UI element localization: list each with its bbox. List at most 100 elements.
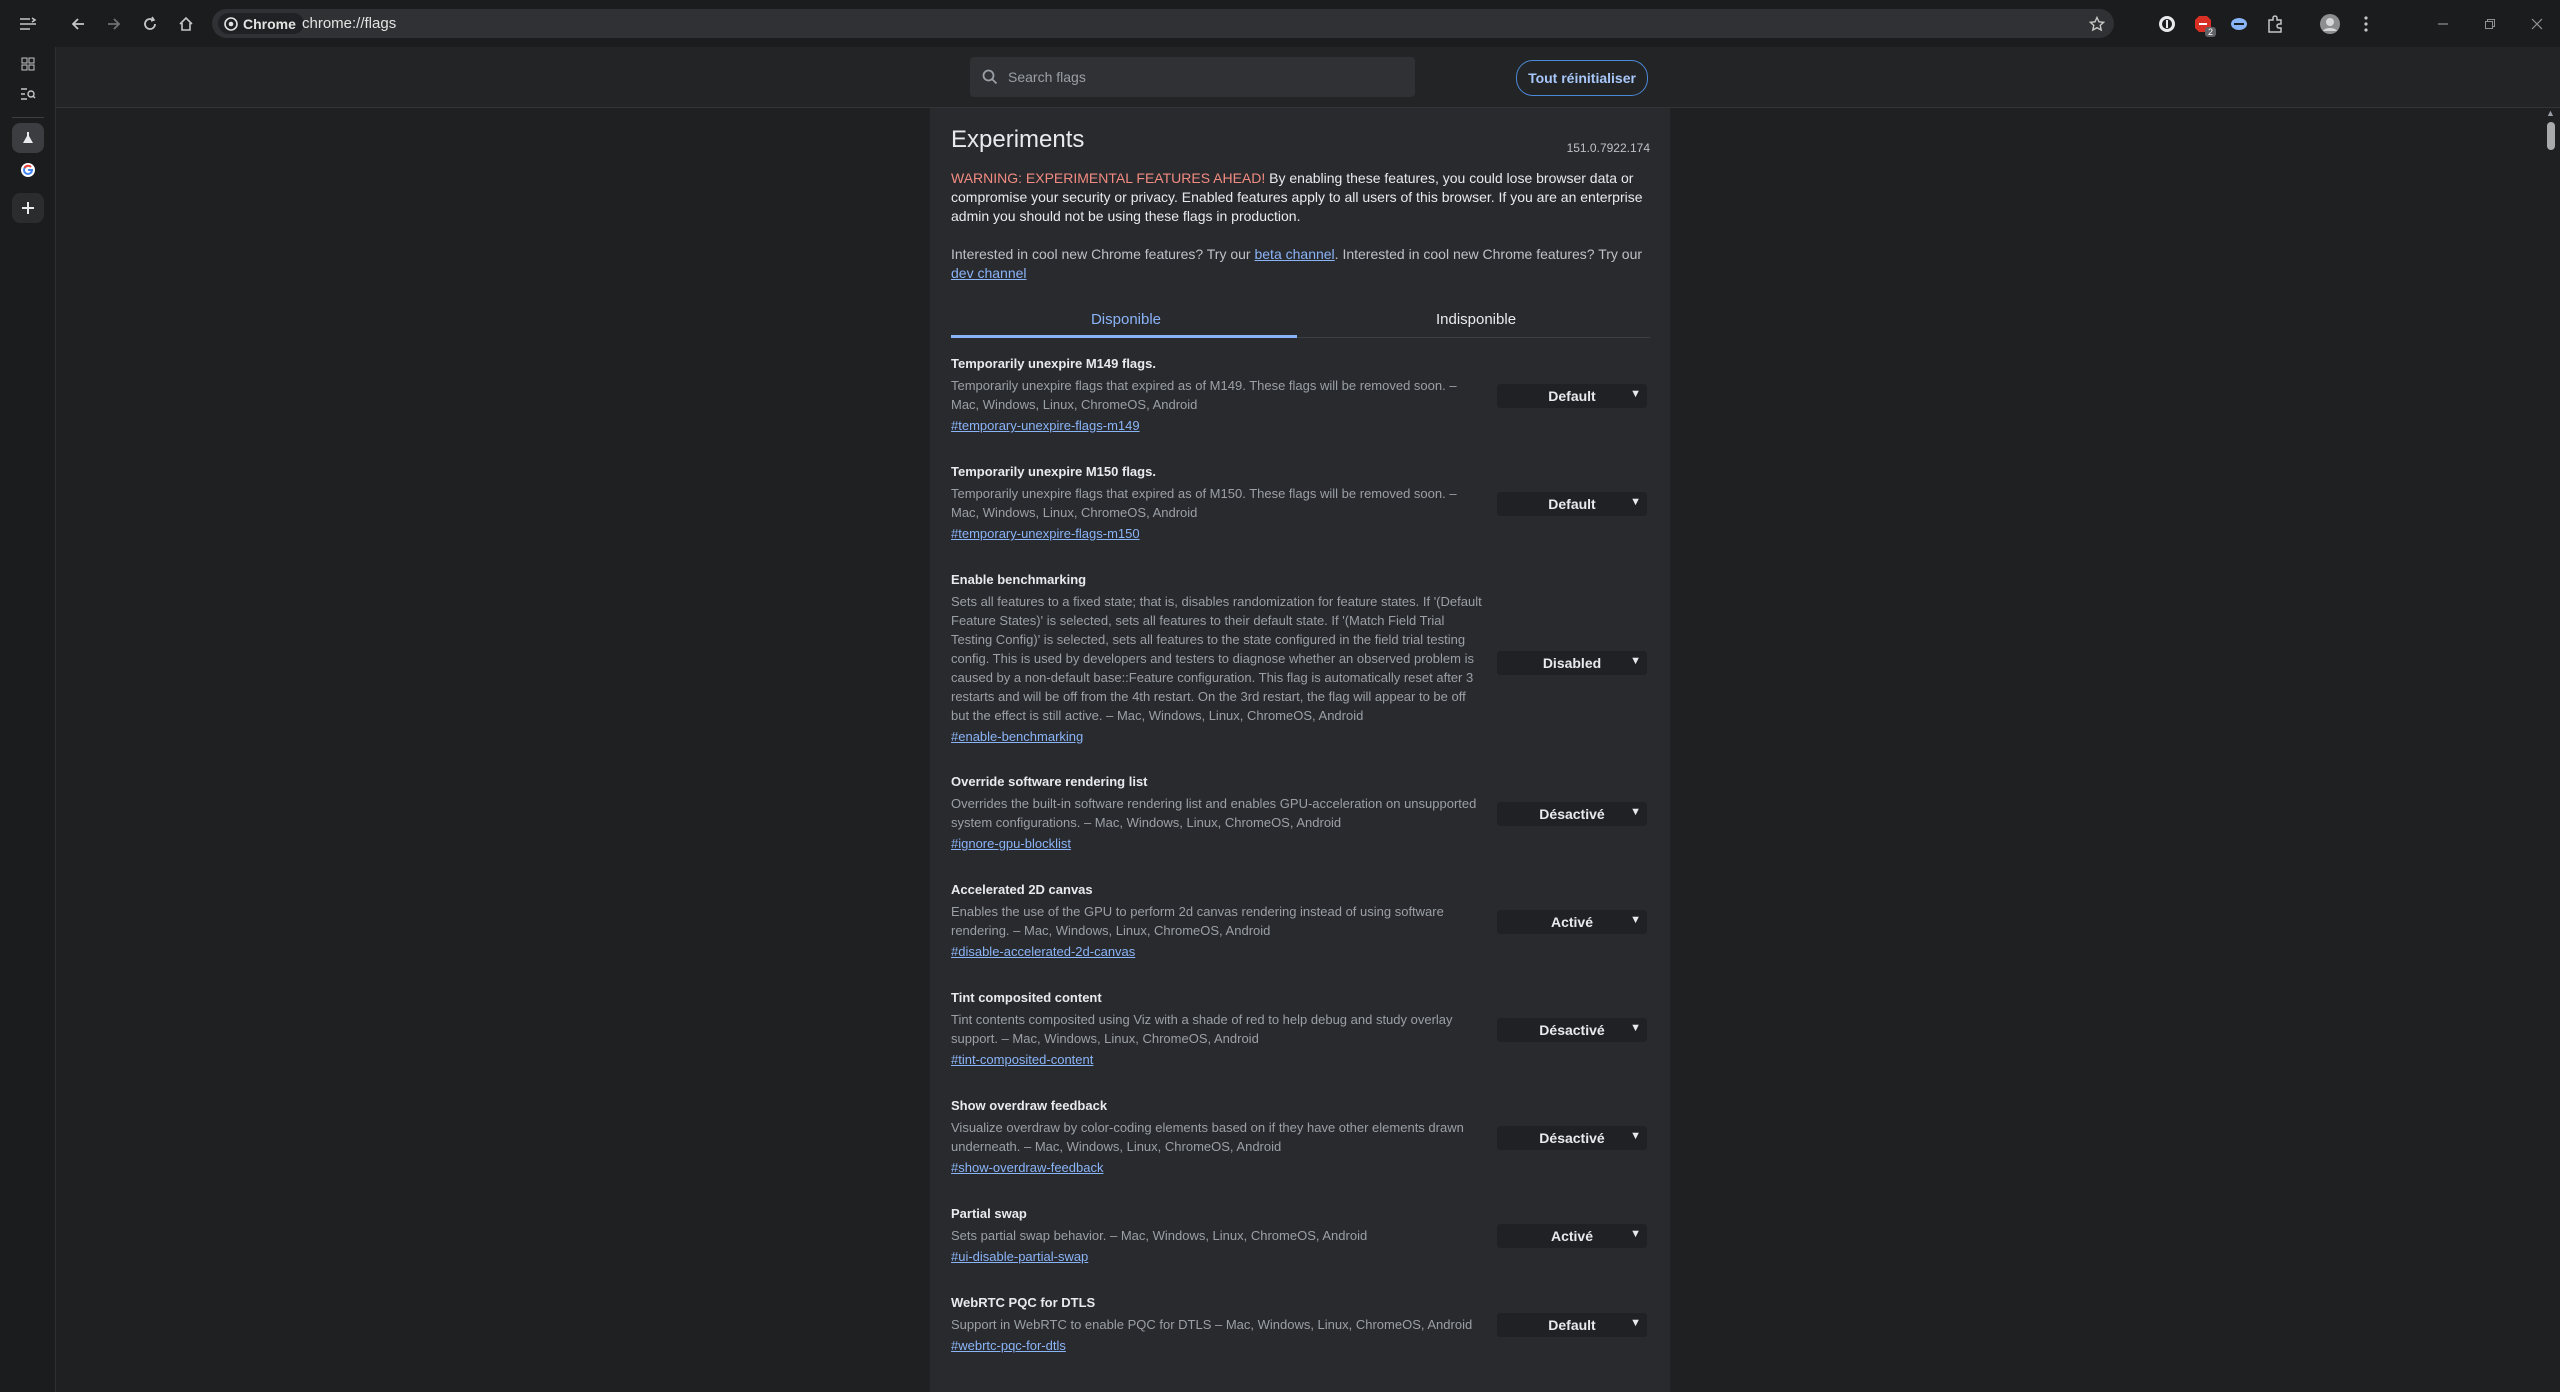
select-value: Default xyxy=(1548,388,1596,404)
extensions-puzzle-icon[interactable] xyxy=(2260,9,2290,39)
flag-state-select[interactable]: Default ▼ xyxy=(1497,384,1647,408)
flag-description: Support in WebRTC to enable PQC for DTLS… xyxy=(951,1317,1473,1332)
back-icon[interactable] xyxy=(63,9,93,39)
reset-all-button[interactable]: Tout réinitialiser xyxy=(1516,60,1648,96)
flag-title: Temporarily unexpire M150 flags. xyxy=(951,464,1156,479)
select-value: Désactivé xyxy=(1539,1130,1605,1146)
scrollbar-thumb[interactable] xyxy=(2547,122,2555,150)
select-value: Désactivé xyxy=(1539,806,1605,822)
flag-description: Temporarily unexpire flags that expired … xyxy=(951,378,1457,412)
tab-unavailable[interactable]: Indisponible xyxy=(1301,301,1651,337)
menu-kebab-icon[interactable] xyxy=(2351,9,2381,39)
flag-state-select[interactable]: Désactivé ▼ xyxy=(1497,1126,1647,1150)
select-value: Activé xyxy=(1550,1228,1594,1244)
flag-state-select[interactable]: Activé ▼ xyxy=(1497,1224,1647,1248)
flag-tabs: Disponible Indisponible xyxy=(951,301,1650,338)
url-text[interactable]: chrome://flags xyxy=(302,15,396,32)
flag-item: Partial swap Sets partial swap behavior.… xyxy=(951,1206,1650,1266)
flag-anchor-link[interactable]: #tint-composited-content xyxy=(951,1052,1093,1067)
flag-item: Tint composited content Tint contents co… xyxy=(951,990,1650,1069)
flag-state-select[interactable]: Default ▼ xyxy=(1497,1313,1647,1337)
warning-text: WARNING: EXPERIMENTAL FEATURES AHEAD! By… xyxy=(951,169,1650,226)
site-info-chip[interactable]: Chrome xyxy=(218,13,304,34)
flag-item: Enable benchmarking Sets all features to… xyxy=(951,572,1650,746)
chrome-logo-icon xyxy=(224,16,238,31)
flag-description: Overrides the built-in software renderin… xyxy=(951,796,1477,830)
chevron-down-icon: ▼ xyxy=(1630,496,1641,508)
flag-description: Visualize overdraw by color-coding eleme… xyxy=(951,1120,1464,1154)
interest-text-2: . Interested in cool new Chrome features… xyxy=(1334,246,1643,262)
flag-description: Sets all features to a fixed state; that… xyxy=(951,594,1482,723)
page-title: Experiments xyxy=(951,126,1085,153)
vertical-tab-strip xyxy=(0,47,56,1392)
flag-anchor-link[interactable]: #enable-benchmarking xyxy=(951,729,1083,744)
dev-channel-link[interactable]: dev channel xyxy=(951,265,1027,281)
select-value: Default xyxy=(1548,1317,1596,1333)
flag-description: Tint contents composited using Viz with … xyxy=(951,1012,1453,1046)
new-tab-plus-icon[interactable] xyxy=(12,193,44,223)
address-bar[interactable]: Chrome chrome://flags xyxy=(212,9,2114,38)
flag-state-select[interactable]: Default ▼ xyxy=(1497,492,1647,516)
chevron-down-icon: ▼ xyxy=(1630,1022,1641,1034)
beta-channel-link[interactable]: beta channel xyxy=(1254,246,1334,262)
flag-title: Tint composited content xyxy=(951,990,1102,1005)
flag-description: Sets partial swap behavior. – Mac, Windo… xyxy=(951,1228,1368,1243)
flag-item: Temporarily unexpire M149 flags. Tempora… xyxy=(951,356,1650,435)
flag-description: Enables the use of the GPU to perform 2d… xyxy=(951,904,1444,938)
tab-available[interactable]: Disponible xyxy=(951,301,1301,338)
adblock-extension-icon[interactable]: 2 xyxy=(2188,9,2218,39)
flag-description: Temporarily unexpire flags that expired … xyxy=(951,486,1457,520)
flag-title: WebRTC PQC for DTLS xyxy=(951,1295,1096,1310)
chevron-down-icon: ▼ xyxy=(1630,914,1641,926)
search-icon xyxy=(982,69,998,85)
flags-content: Experiments 151.0.7922.174 WARNING: EXPE… xyxy=(930,108,1670,1392)
flag-state-select[interactable]: Désactivé ▼ xyxy=(1497,1018,1647,1042)
chevron-down-icon: ▼ xyxy=(1630,655,1641,667)
select-value: Activé xyxy=(1550,914,1594,930)
flag-title: Show overdraw feedback xyxy=(951,1098,1108,1113)
search-flags-input[interactable]: Search flags xyxy=(970,57,1415,97)
tab-experiments-flask-icon[interactable] xyxy=(12,123,44,153)
profile-avatar[interactable] xyxy=(2315,9,2345,39)
flag-title: Partial swap xyxy=(951,1206,1027,1221)
translate-extension-icon[interactable] xyxy=(2224,9,2254,39)
flag-anchor-link[interactable]: #webrtc-pqc-for-dtls xyxy=(951,1338,1066,1353)
tab-search-list-icon[interactable] xyxy=(13,79,43,109)
chevron-down-icon: ▼ xyxy=(1630,1317,1641,1329)
flag-anchor-link[interactable]: #show-overdraw-feedback xyxy=(951,1160,1103,1175)
channel-info: Interested in cool new Chrome features? … xyxy=(951,245,1650,283)
flag-anchor-link[interactable]: #ui-disable-partial-swap xyxy=(951,1249,1088,1264)
chevron-down-icon: ▼ xyxy=(1630,388,1641,400)
close-icon[interactable] xyxy=(2522,9,2552,39)
interest-text-1: Interested in cool new Chrome features? … xyxy=(951,246,1255,262)
reload-icon[interactable] xyxy=(135,9,165,39)
scroll-up-arrow-icon[interactable]: ▲ xyxy=(2546,108,2556,118)
home-icon[interactable] xyxy=(171,9,201,39)
flag-item: Override software rendering list Overrid… xyxy=(951,774,1650,853)
search-placeholder: Search flags xyxy=(1008,69,1086,85)
sidebar-divider xyxy=(12,117,44,118)
tab-search-icon[interactable] xyxy=(13,9,43,39)
chevron-down-icon: ▼ xyxy=(1630,806,1641,818)
restore-icon[interactable] xyxy=(2475,9,2505,39)
forward-icon[interactable] xyxy=(99,9,129,39)
tab-google-icon[interactable] xyxy=(13,155,43,185)
flag-item: WebRTC PQC for DTLS Support in WebRTC to… xyxy=(951,1295,1650,1355)
chevron-down-icon: ▼ xyxy=(1630,1130,1641,1142)
flag-anchor-link[interactable]: #temporary-unexpire-flags-m149 xyxy=(951,418,1140,433)
extension-badge: 2 xyxy=(2204,27,2216,37)
flag-anchor-link[interactable]: #temporary-unexpire-flags-m150 xyxy=(951,526,1140,541)
flag-state-select[interactable]: Désactivé ▼ xyxy=(1497,802,1647,826)
flag-item: Temporarily unexpire M150 flags. Tempora… xyxy=(951,464,1650,543)
chevron-down-icon: ▼ xyxy=(1630,1228,1641,1240)
password-manager-extension-icon[interactable] xyxy=(2152,9,2182,39)
flag-anchor-link[interactable]: #ignore-gpu-blocklist xyxy=(951,836,1071,851)
bookmark-star-icon[interactable] xyxy=(2082,9,2112,39)
flag-state-select[interactable]: Activé ▼ xyxy=(1497,910,1647,934)
flags-header: Search flags Tout réinitialiser xyxy=(56,47,2560,108)
minimize-icon[interactable] xyxy=(2428,9,2458,39)
flag-anchor-link[interactable]: #disable-accelerated-2d-canvas xyxy=(951,944,1135,959)
flag-state-select[interactable]: Disabled ▼ xyxy=(1497,651,1647,675)
flag-title: Temporarily unexpire M149 flags. xyxy=(951,356,1156,371)
tab-groups-grid-icon[interactable] xyxy=(13,49,43,79)
